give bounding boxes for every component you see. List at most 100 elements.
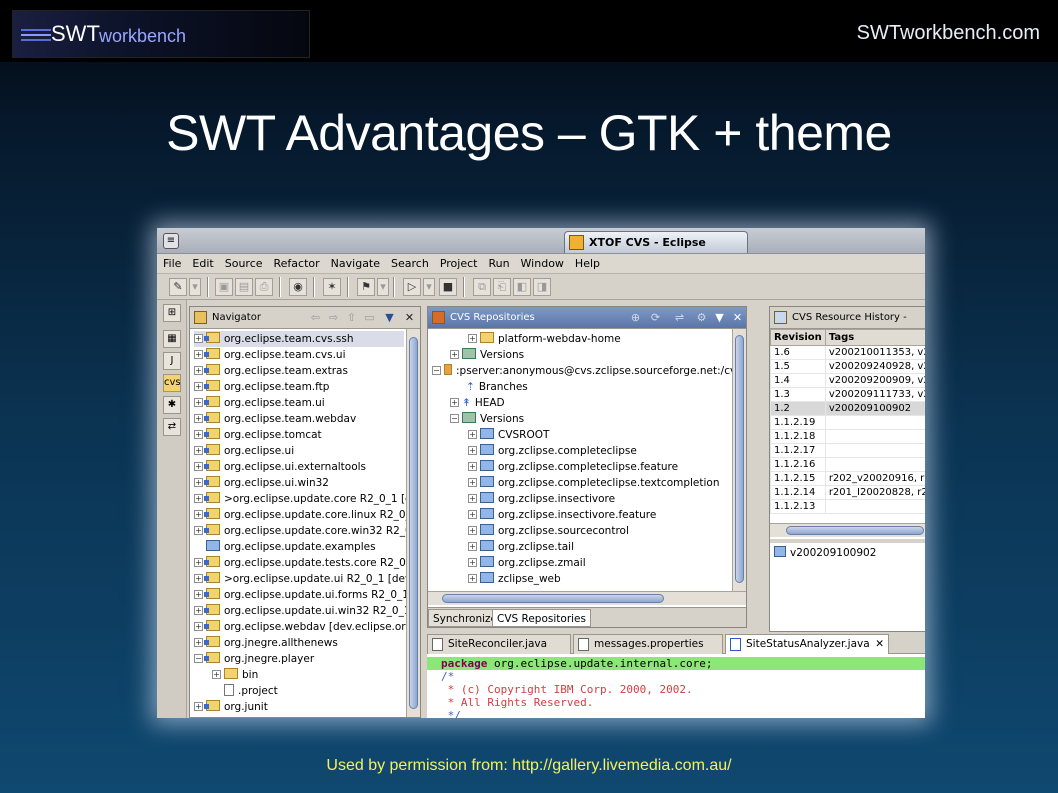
column-header-tags[interactable]: Tags <box>824 329 925 346</box>
expand-icon[interactable]: + <box>194 414 203 423</box>
list-item[interactable]: + Versions <box>450 347 524 363</box>
history-horizontal-scrollbar[interactable] <box>770 523 925 537</box>
back-icon[interactable]: ⇦ <box>308 310 323 325</box>
run-icon[interactable]: ⚑ <box>357 278 375 296</box>
list-item[interactable]: + org.eclipse.update.core.win32 R2_0 <box>194 523 412 539</box>
list-item[interactable]: − org.jnegre.player <box>194 651 314 667</box>
filter-icon[interactable]: ⚙ <box>694 310 709 325</box>
expand-icon[interactable]: + <box>194 510 203 519</box>
expand-icon[interactable]: + <box>194 350 203 359</box>
save-all-icon[interactable]: ▤ <box>235 278 253 296</box>
list-item[interactable]: + org.zclipse.sourcecontrol <box>468 523 629 539</box>
scrollbar-thumb[interactable] <box>409 337 418 709</box>
play-icon[interactable]: ▷ <box>403 278 421 296</box>
list-item[interactable]: + org.eclipse.update.core.linux R2_0_ <box>194 507 411 523</box>
table-row[interactable]: 1.4 v200209200909, v2 <box>770 373 925 388</box>
menu-file[interactable]: File <box>157 254 186 270</box>
window-menu-icon[interactable]: ≡ <box>163 233 179 249</box>
list-item[interactable]: + org.eclipse.ui <box>194 443 294 459</box>
menu-run[interactable]: Run <box>482 254 514 270</box>
site-link[interactable]: SWTworkbench.com <box>857 22 1040 45</box>
tab-messages-properties[interactable]: messages.properties <box>573 634 723 654</box>
tag-list-item[interactable]: v200209100902 <box>774 545 876 561</box>
list-item[interactable]: + org.eclipse.ui.externaltools <box>194 459 366 475</box>
expand-icon[interactable]: + <box>468 478 477 487</box>
list-item[interactable]: + zclipse_web <box>468 571 561 587</box>
expand-icon[interactable]: + <box>194 430 203 439</box>
open-perspective-icon[interactable]: ⊞ <box>163 304 181 322</box>
expand-icon[interactable]: + <box>194 702 203 711</box>
copy-icon[interactable]: ⧉ <box>473 278 491 296</box>
expand-icon[interactable]: + <box>468 462 477 471</box>
list-item[interactable]: + org.zclipse.insectivore.feature <box>468 507 656 523</box>
list-item[interactable]: + org.eclipse.team.cvs.ssh <box>194 331 404 347</box>
expand-icon[interactable]: + <box>468 510 477 519</box>
expand-icon[interactable]: + <box>194 574 203 583</box>
list-item[interactable]: +org.eclipse.update.examples <box>194 539 376 555</box>
navigator-scrollbar[interactable] <box>406 329 420 717</box>
list-item[interactable]: + ↟ HEAD <box>450 395 505 411</box>
list-item[interactable]: + CVSROOT <box>468 427 549 443</box>
up-icon[interactable]: ⇧ <box>344 310 359 325</box>
java-perspective-icon[interactable]: J <box>163 352 181 370</box>
open-type-icon[interactable]: ◉ <box>289 278 307 296</box>
list-item[interactable]: + org.junit <box>194 699 268 715</box>
add-repository-icon[interactable]: ⊕ <box>628 310 643 325</box>
window-title-tab[interactable]: XTOF CVS - Eclipse Platform <box>564 231 748 270</box>
debug-perspective-icon[interactable]: ✱ <box>163 396 181 414</box>
list-item[interactable]: .project <box>224 683 278 699</box>
view-menu-icon[interactable]: ▼ <box>712 310 727 325</box>
expand-icon[interactable]: + <box>194 478 203 487</box>
table-row[interactable]: 1.1.2.13 <box>770 499 925 514</box>
list-item[interactable]: + org.zclipse.zmail <box>468 555 586 571</box>
list-item[interactable]: + org.eclipse.ui.win32 <box>194 475 329 491</box>
list-item[interactable]: − Versions <box>450 411 524 427</box>
scrollbar-thumb[interactable] <box>442 594 664 603</box>
list-item[interactable]: + org.eclipse.team.extras <box>194 363 348 379</box>
expand-icon[interactable]: + <box>450 398 459 407</box>
scrollbar-thumb[interactable] <box>786 526 924 535</box>
list-item[interactable]: + org.eclipse.team.cvs.ui <box>194 347 346 363</box>
list-item[interactable]: + org.zclipse.insectivore <box>468 491 615 507</box>
forward-icon[interactable]: ⇨ <box>326 310 341 325</box>
collapse-icon[interactable]: − <box>450 414 459 423</box>
refresh-icon[interactable]: ⟳ <box>648 310 663 325</box>
list-item[interactable]: + >org.eclipse.update.ui R2_0_1 [dev <box>194 571 411 587</box>
expand-icon[interactable]: + <box>194 606 203 615</box>
list-item[interactable]: + platform-webdav-home <box>468 331 621 347</box>
table-row[interactable]: 1.1.2.15 r202_v20020916, r2 <box>770 471 925 486</box>
close-tab-icon[interactable]: ✕ <box>875 635 884 654</box>
link-icon[interactable]: ⇌ <box>672 310 687 325</box>
view-menu-icon[interactable]: ▼ <box>382 310 397 325</box>
list-item[interactable]: ⇡ Branches <box>466 379 528 395</box>
expand-icon[interactable]: + <box>194 382 203 391</box>
tab-sitereconciler[interactable]: SiteReconciler.java <box>427 634 571 654</box>
list-item[interactable]: + org.eclipse.update.tests.core R2_0 <box>194 555 406 571</box>
expand-icon[interactable]: + <box>468 574 477 583</box>
list-item[interactable]: + org.zclipse.completeclipse <box>468 443 637 459</box>
code-editor[interactable]: package org.eclipse.update.internal.core… <box>427 654 925 718</box>
collapse-icon[interactable]: − <box>432 366 441 375</box>
collapse-all-icon[interactable]: ▭ <box>362 310 377 325</box>
table-row[interactable]: 1.1.2.17 <box>770 443 925 458</box>
expand-icon[interactable]: + <box>194 334 203 343</box>
list-item[interactable]: −:pserver:anonymous@cvs.zclipse.sourcefo… <box>432 363 746 379</box>
scrollbar-thumb[interactable] <box>735 335 744 583</box>
resource-perspective-icon[interactable]: ▦ <box>163 330 181 348</box>
collapse-icon[interactable]: − <box>194 654 203 663</box>
list-item[interactable]: + org.jnegre.allthenews <box>194 635 338 651</box>
debug-icon[interactable]: ✶ <box>323 278 341 296</box>
menu-project[interactable]: Project <box>434 254 483 270</box>
paste-icon[interactable]: ⎗ <box>493 278 511 296</box>
table-row[interactable]: 1.6 v200210011353, v2 <box>770 345 925 360</box>
table-row[interactable]: 1.5 v200209240928, v2 <box>770 359 925 374</box>
expand-icon[interactable]: + <box>194 558 203 567</box>
new-icon[interactable]: ✎ <box>169 278 187 296</box>
expand-icon[interactable]: + <box>468 542 477 551</box>
menu-refactor[interactable]: Refactor <box>268 254 325 270</box>
cvs-horizontal-scrollbar[interactable] <box>428 591 746 605</box>
menu-window[interactable]: Window <box>515 254 569 270</box>
prev-annotation-icon[interactable]: ◧ <box>513 278 531 296</box>
play-dropdown-icon[interactable]: ▾ <box>423 278 435 296</box>
list-item[interactable]: + org.eclipse.team.webdav <box>194 411 356 427</box>
